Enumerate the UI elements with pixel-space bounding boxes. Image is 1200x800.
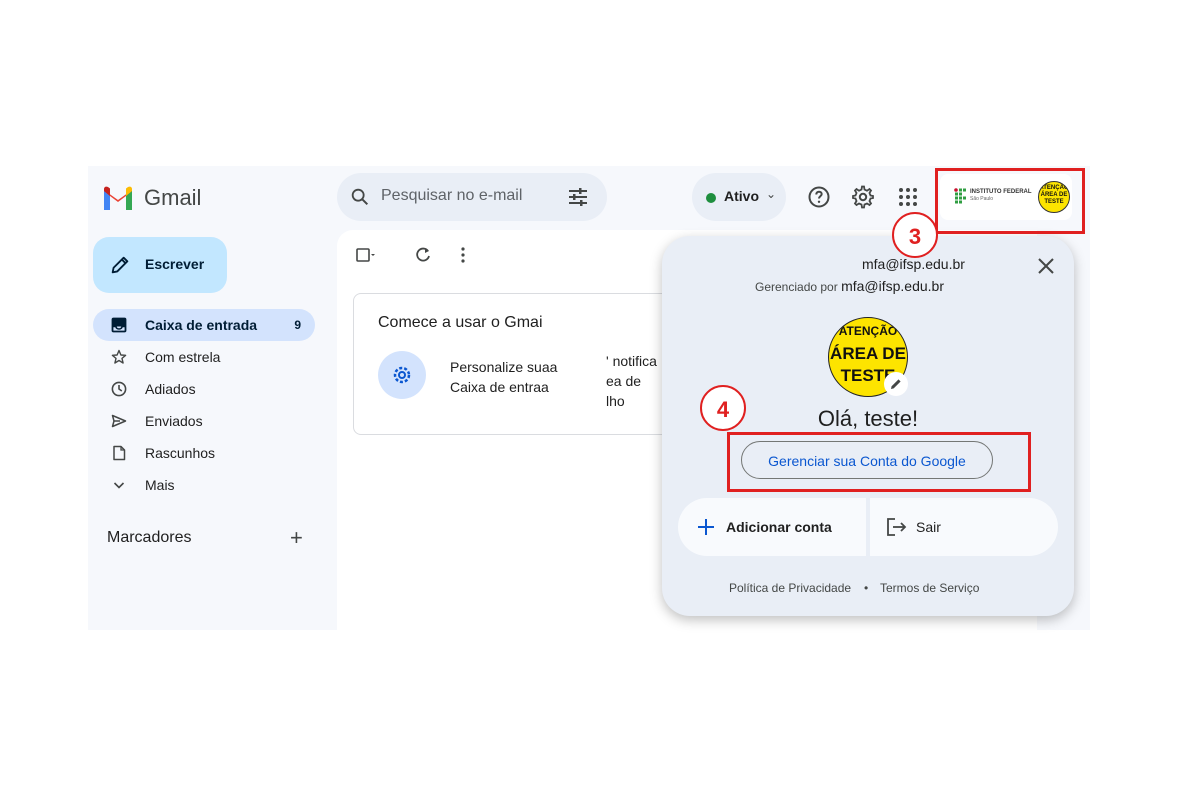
card-item-line: ea de	[606, 373, 642, 389]
gmail-logo[interactable]: Gmail	[102, 184, 201, 212]
highlight-box-manage-account	[727, 432, 1031, 492]
step-marker-4: 4	[700, 385, 746, 431]
settings-gear-icon[interactable]	[851, 185, 875, 209]
search-icon[interactable]	[349, 186, 371, 208]
draft-icon	[113, 445, 126, 461]
status-dot	[706, 193, 716, 203]
card-item-customize[interactable]: Personalize suaa Caixa de entraa	[450, 357, 557, 397]
card-item-line: ' notifica	[606, 353, 657, 369]
plus-icon	[698, 519, 714, 535]
send-icon	[111, 414, 127, 428]
sidebar-item-inbox[interactable]: Caixa de entrada 9	[93, 309, 315, 341]
search-input[interactable]: Pesquisar no e-mail	[381, 187, 522, 205]
compose-label: Escrever	[145, 256, 205, 272]
add-label-button[interactable]: +	[290, 527, 303, 549]
card-title: Comece a usar o Gmai	[378, 314, 543, 331]
close-icon[interactable]	[1034, 254, 1058, 278]
more-options-icon[interactable]	[453, 245, 473, 265]
inbox-icon	[111, 317, 127, 333]
sidebar-item-label: Com estrela	[145, 349, 221, 365]
unread-count: 9	[294, 318, 301, 332]
gmail-wordmark: Gmail	[144, 185, 202, 210]
managed-by-email: mfa@ifsp.edu.br	[841, 278, 944, 294]
gmail-m-icon	[104, 186, 132, 210]
avatar-line: ÁREA DE	[830, 344, 906, 363]
apps-grid-icon[interactable]	[896, 185, 920, 209]
sidebar-item-label: Adiados	[145, 381, 196, 397]
labels-heading: Marcadores	[107, 529, 192, 546]
account-actions: Adicionar conta Sair	[678, 498, 1058, 556]
managed-by-line: Gerenciado por mfa@ifsp.edu.br	[755, 278, 944, 294]
chevron-down-icon	[113, 482, 125, 489]
account-email: mfa@ifsp.edu.br	[862, 256, 965, 272]
sign-out-label: Sair	[916, 519, 941, 535]
sign-out-button[interactable]: Sair	[870, 498, 1058, 556]
sidebar-item-label: Caixa de entrada	[145, 317, 258, 333]
sidebar-item-more[interactable]: Mais	[93, 469, 315, 501]
terms-of-service-link[interactable]: Termos de Serviço	[880, 581, 979, 595]
edit-photo-button[interactable]	[884, 372, 908, 396]
sidebar-item-label: Rascunhos	[145, 445, 216, 461]
status-selector[interactable]: Ativo ⌄	[692, 173, 786, 221]
avatar-line: ATENÇÃO	[838, 324, 898, 338]
compose-button[interactable]: Escrever	[93, 237, 227, 293]
sidebar-item-snoozed[interactable]: Adiados	[93, 373, 315, 405]
pencil-icon	[111, 256, 129, 274]
managed-by-label: Gerenciado por	[755, 280, 838, 294]
sidebar-item-sent[interactable]: Enviados	[93, 405, 315, 437]
customize-icon-circle[interactable]	[378, 351, 426, 399]
card-item-line: lho	[606, 393, 625, 409]
status-label: Ativo	[724, 188, 759, 204]
gear-icon	[393, 366, 411, 384]
sidebar-item-label: Mais	[145, 477, 175, 493]
sidebar-item-drafts[interactable]: Rascunhos	[93, 437, 315, 469]
step-number: 4	[716, 397, 730, 422]
add-account-label: Adicionar conta	[726, 519, 832, 535]
star-icon	[111, 349, 127, 364]
highlight-box-account-chip	[935, 168, 1085, 234]
pencil-icon	[891, 379, 901, 389]
search-bar[interactable]: Pesquisar no e-mail	[337, 173, 607, 221]
card-item-notifications[interactable]: ' notifica ea de lho	[606, 351, 657, 411]
sidebar-item-label: Enviados	[145, 413, 203, 429]
sidebar-item-starred[interactable]: Com estrela	[93, 341, 315, 373]
step-marker-3: 3	[892, 212, 938, 258]
chevron-down-icon: ⌄	[766, 187, 777, 201]
card-item-line: Caixa de entraa	[450, 379, 549, 395]
privacy-policy-link[interactable]: Política de Privacidade	[729, 581, 851, 595]
footer-separator: •	[864, 581, 869, 595]
card-item-line: Personalize suaa	[450, 359, 558, 375]
add-account-button[interactable]: Adicionar conta	[678, 498, 866, 556]
sign-out-icon	[887, 518, 907, 536]
help-icon[interactable]	[807, 185, 831, 209]
search-options-icon[interactable]	[567, 187, 589, 207]
clock-icon	[111, 381, 127, 397]
select-checkbox-icon[interactable]	[355, 245, 375, 265]
refresh-icon[interactable]	[413, 245, 433, 265]
step-number: 3	[908, 224, 922, 249]
